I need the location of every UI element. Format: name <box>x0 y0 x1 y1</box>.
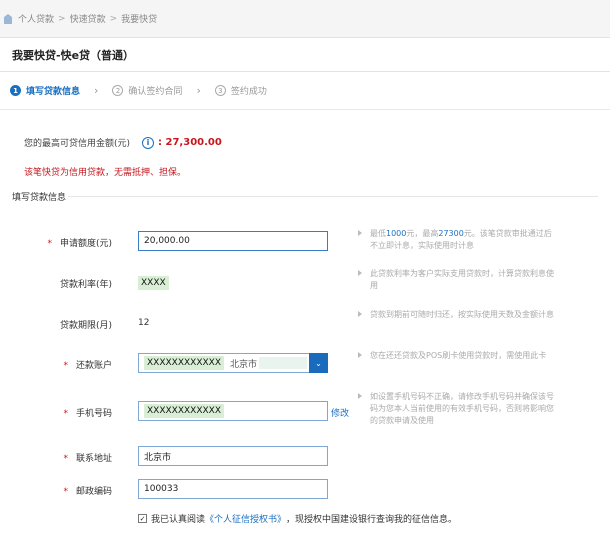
breadcrumb: 个人贷款 > 快速贷款 > 我要快贷 <box>0 0 610 38</box>
section-divider <box>68 196 598 197</box>
page-title: 我要快贷-快e贷（普通） <box>0 38 610 72</box>
address-input[interactable]: 北京市 <box>138 446 328 466</box>
chevron-down-icon[interactable]: ⌄ <box>309 353 328 373</box>
phone-label: * 手机号码 <box>63 409 112 419</box>
section-title: 填写贷款信息 <box>12 193 67 203</box>
account-hint: 您在还还贷款及POS刷卡使用贷款时，需使用此卡 <box>358 350 558 362</box>
rate-label: 贷款利率(年) <box>59 280 112 290</box>
phone-input[interactable]: XXXXXXXXXXXX <box>138 401 328 421</box>
chevron-right-icon: › <box>196 84 201 97</box>
loan-rate-value: XXXX <box>138 276 169 290</box>
amount-label: * 申请额度(元) <box>47 239 112 249</box>
postcode-label: * 邮政编码 <box>63 487 112 497</box>
agreement-text-post: ，现授权中国建设银行查询我的征信信息。 <box>286 515 458 525</box>
info-icon[interactable]: i <box>142 136 155 149</box>
account-city: 北京市 <box>230 359 258 370</box>
term-hint: 贷款到期前可随时归还，按实际使用天数及金额计息 <box>358 309 558 321</box>
step-number: 2 <box>112 85 124 96</box>
modify-phone-link[interactable]: 修改 <box>331 406 349 419</box>
home-icon[interactable] <box>4 13 12 24</box>
credit-loan-notice: 该笔快贷为信用贷款，无需抵押、担保。 <box>24 168 187 178</box>
phone-hint: 如设置手机号码不正确，请修改手机号码并确保该号码为您本人当前使用的有效手机号码，… <box>358 391 558 427</box>
credit-authorization-link[interactable]: 《个人征信授权书》 <box>205 512 286 525</box>
postcode-input[interactable]: 100033 <box>138 479 328 499</box>
repayment-account-select[interactable]: XXXXXXXXXXXX 北京市 ⌄ <box>138 353 328 373</box>
account-label: * 还款账户 <box>63 361 112 371</box>
breadcrumb-item-quick-loans[interactable]: 快速贷款 <box>70 12 106 25</box>
step-fill-info: 1 填写贷款信息 <box>10 84 80 97</box>
breadcrumb-separator: > <box>58 13 66 24</box>
step-label: 填写贷款信息 <box>26 87 81 97</box>
credit-authorization-agreement: ✓ 我已认真阅读 《个人征信授权书》 ，现授权中国建设银行查询我的征信信息。 <box>138 512 457 525</box>
loan-amount-input[interactable]: 20,000.00 <box>138 231 328 251</box>
term-label: 贷款期限(月) <box>59 321 112 331</box>
account-number: XXXXXXXXXXXX <box>144 356 224 370</box>
address-label: * 联系地址 <box>63 454 112 464</box>
step-success: 3 签约成功 <box>214 84 267 97</box>
agreement-text-pre: 我已认真阅读 <box>151 515 206 525</box>
chevron-right-icon: › <box>94 84 99 97</box>
step-number: 1 <box>10 85 21 96</box>
amount-hint: 最低1000元，最高27300元。该笔贷款审批通过后不立即计息，实际使用时计息 <box>358 228 558 252</box>
credit-limit-label: 您的最高可贷信用金额(元) <box>24 139 131 149</box>
step-label: 签约成功 <box>230 87 267 97</box>
credit-limit-amount: : 27,300.00 <box>158 137 222 148</box>
loan-term-value: 12 <box>138 318 150 328</box>
step-label: 确认签约合同 <box>128 87 183 97</box>
step-confirm-contract: 2 确认签约合同 <box>112 84 182 97</box>
credit-limit-row: 您的最高可贷信用金额(元) i : 27,300.00 <box>24 136 222 149</box>
breadcrumb-separator: > <box>109 13 118 24</box>
breadcrumb-item-personal-loans[interactable]: 个人贷款 <box>18 12 54 25</box>
breadcrumb-item-current: 我要快贷 <box>121 15 158 25</box>
step-indicator: 1 填写贷款信息 › 2 确认签约合同 › 3 签约成功 <box>0 72 610 110</box>
rate-hint: 此贷款利率为客户实际支用贷款时，计算贷款利息使用 <box>358 268 558 292</box>
account-mask <box>259 357 308 369</box>
step-number: 3 <box>214 85 226 96</box>
agreement-checkbox[interactable]: ✓ <box>138 514 147 523</box>
